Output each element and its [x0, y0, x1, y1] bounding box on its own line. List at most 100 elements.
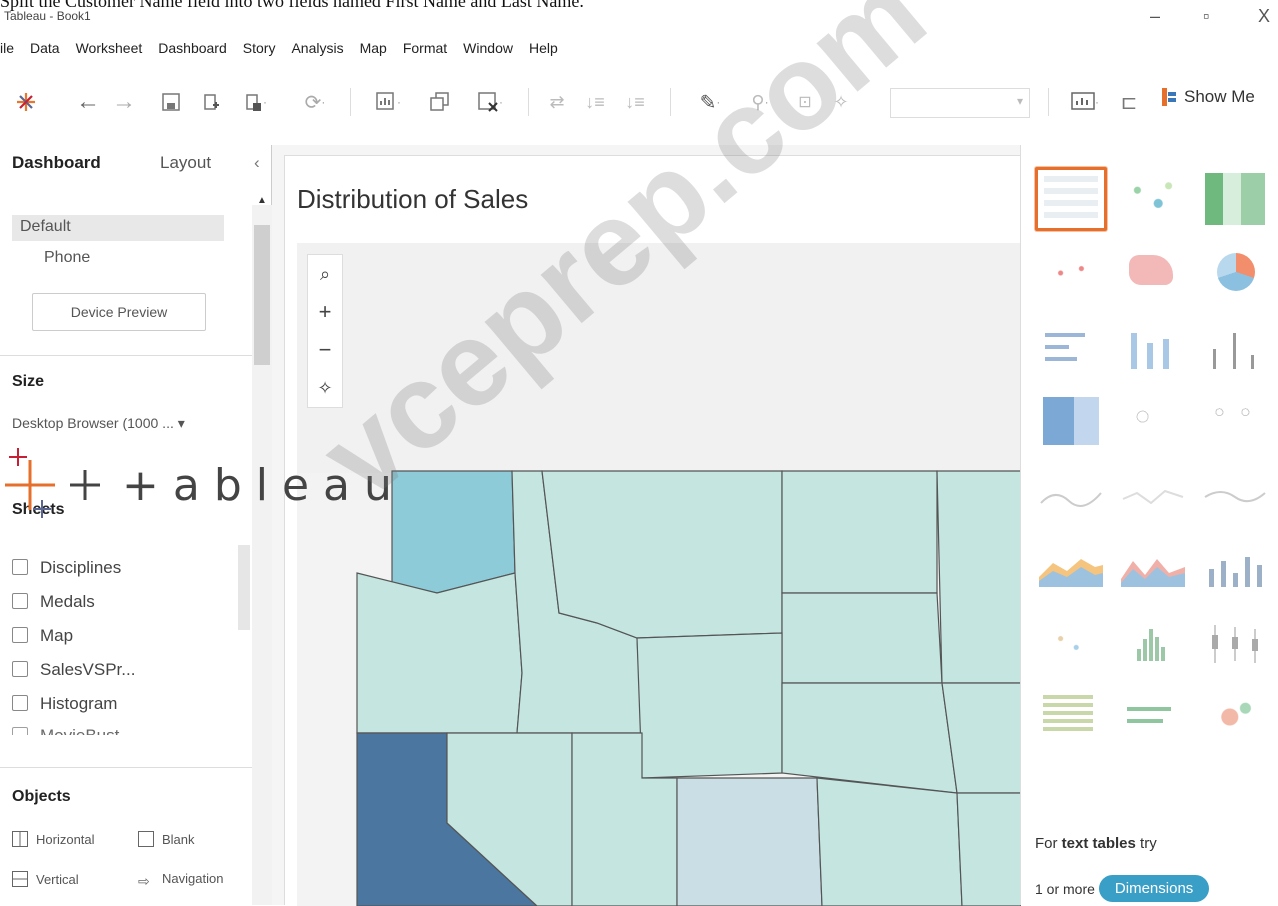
sheet-icon [12, 695, 28, 711]
device-default-label: Default [20, 218, 71, 235]
horizontal-bars-chart-icon[interactable] [1035, 315, 1107, 379]
device-preview-button[interactable]: Device Preview [32, 293, 206, 331]
tab-dashboard[interactable]: Dashboard [12, 153, 101, 173]
side-by-side-bars-chart-icon[interactable] [1199, 315, 1271, 379]
sheet-item[interactable]: Medals [12, 585, 135, 619]
maximize-icon[interactable]: ▫ [1203, 6, 1209, 27]
area-discrete-chart-icon[interactable] [1117, 537, 1189, 601]
show-me-button[interactable]: Show Me [1160, 86, 1255, 108]
new-data-source-icon[interactable] [195, 80, 227, 124]
stacked-bars-chart-icon[interactable] [1117, 315, 1189, 379]
vertical-icon [12, 871, 28, 887]
close-icon[interactable]: X [1258, 6, 1270, 27]
redo-icon[interactable]: → [108, 80, 140, 124]
object-navigation[interactable]: ⇨ Navigation [138, 871, 223, 889]
heat-map-chart-icon[interactable] [1117, 167, 1189, 231]
scroll-thumb[interactable] [254, 225, 270, 365]
menu-help[interactable]: Help [529, 40, 558, 56]
tab-layout[interactable]: Layout [160, 153, 211, 173]
scatter-plot-chart-icon[interactable] [1035, 611, 1107, 675]
sheet-item[interactable]: Histogram [12, 687, 135, 721]
circle-views-chart-icon[interactable] [1117, 389, 1189, 453]
undo-icon[interactable]: ← [72, 80, 104, 124]
box-whisker-chart-icon[interactable] [1199, 611, 1271, 675]
blank-icon [138, 831, 154, 847]
menu-analysis[interactable]: Analysis [291, 40, 343, 56]
show-me-icon [1162, 88, 1176, 106]
packed-bubbles-chart-icon[interactable] [1199, 685, 1271, 749]
tableau-logo-icon[interactable] [8, 80, 44, 124]
swap-icon[interactable]: ⇄ [540, 80, 574, 124]
device-default-row[interactable]: Default [12, 215, 224, 241]
sheet-item[interactable]: Disciplines [12, 551, 135, 585]
new-worksheet-icon[interactable]: · [365, 80, 411, 124]
montana-state [541, 470, 783, 639]
histogram-chart-icon[interactable] [1117, 611, 1189, 675]
sort-ascending-icon[interactable]: ↓≡ [578, 80, 612, 124]
size-select[interactable]: Desktop Browser (1000 ... ▾ [12, 415, 185, 432]
pie-chart-icon[interactable] [1199, 241, 1271, 305]
text-table-chart-icon[interactable] [1035, 167, 1107, 231]
menu-bar: ile Data Worksheet Dashboard Story Analysis Ma… [0, 40, 574, 64]
map-search-icon[interactable]: ⌕ [308, 255, 342, 293]
chart-type-grid [1035, 167, 1271, 749]
highlight-table-chart-icon[interactable] [1199, 167, 1271, 231]
gantt-chart-icon[interactable] [1035, 685, 1107, 749]
duplicate-icon[interactable] [420, 80, 460, 124]
sort-descending-icon[interactable]: ↓≡ [618, 80, 652, 124]
missouri-state [956, 792, 1021, 906]
object-blank[interactable]: Blank [138, 831, 195, 847]
oregon-state [356, 572, 523, 734]
dual-lines-chart-icon[interactable] [1199, 463, 1271, 527]
tableau-cross-icon [5, 448, 100, 518]
sheet-item[interactable]: Map [12, 619, 135, 653]
sheet-item[interactable]: MovieBust [12, 721, 135, 735]
zoom-in-icon[interactable]: + [308, 293, 342, 331]
menu-dashboard[interactable]: Dashboard [158, 40, 227, 56]
zoom-out-icon[interactable]: − [308, 331, 342, 369]
menu-map[interactable]: Map [360, 40, 387, 56]
dimension-count: 1 or more [1035, 880, 1095, 897]
object-vertical[interactable]: Vertical [12, 871, 79, 887]
sheet-item[interactable]: SalesVSPr... [12, 653, 135, 687]
line-continuous-chart-icon[interactable] [1035, 463, 1107, 527]
object-horizontal[interactable]: Horizontal [12, 831, 95, 847]
collapse-pane-icon[interactable]: ‹ [254, 153, 260, 173]
size-title: Size [12, 373, 45, 390]
presentation-mode-icon[interactable]: · [1062, 80, 1108, 124]
refresh-icon[interactable]: ⟳ · [290, 80, 340, 124]
side-by-side-circles-chart-icon[interactable] [1199, 389, 1271, 453]
clear-sheet-icon[interactable]: · [465, 80, 515, 124]
menu-data[interactable]: Data [30, 40, 60, 56]
line-discrete-chart-icon[interactable] [1117, 463, 1189, 527]
menu-story[interactable]: Story [243, 40, 276, 56]
pause-updates-icon[interactable]: · [235, 80, 275, 124]
tooltip-icon[interactable]: ⊏ [1114, 80, 1144, 124]
north-dakota-state [781, 470, 938, 594]
dimensions-pill: Dimensions [1098, 875, 1210, 902]
nebraska-state [781, 682, 958, 794]
filled-map-chart-icon[interactable] [1117, 241, 1189, 305]
pane-scrollbar[interactable]: ▲ [238, 195, 272, 905]
fit-select[interactable]: ▾ [890, 88, 1030, 118]
save-icon[interactable] [155, 80, 187, 124]
device-phone[interactable]: Phone [44, 249, 90, 267]
dual-combination-chart-icon[interactable] [1199, 537, 1271, 601]
menu-worksheet[interactable]: Worksheet [76, 40, 143, 56]
minnesota-state [936, 470, 1021, 684]
symbol-map-chart-icon[interactable] [1035, 241, 1107, 305]
menu-file[interactable]: ile [0, 40, 14, 56]
show-me-panel: For text tables try 1 or more Dimensions [1020, 145, 1278, 905]
minimize-icon[interactable]: – [1150, 6, 1160, 27]
title-bar: Tableau - Book1 – ▫ X [0, 4, 1278, 27]
horizontal-icon [12, 831, 28, 847]
area-continuous-chart-icon[interactable] [1035, 537, 1107, 601]
menu-window[interactable]: Window [463, 40, 513, 56]
treemap-chart-icon[interactable] [1035, 389, 1107, 453]
bullet-graph-chart-icon[interactable] [1117, 685, 1189, 749]
sheet-icon [12, 593, 28, 609]
objects-title: Objects [12, 788, 71, 805]
sheet-icon [12, 661, 28, 677]
menu-format[interactable]: Format [403, 40, 447, 56]
scroll-up-icon[interactable]: ▲ [257, 195, 267, 206]
